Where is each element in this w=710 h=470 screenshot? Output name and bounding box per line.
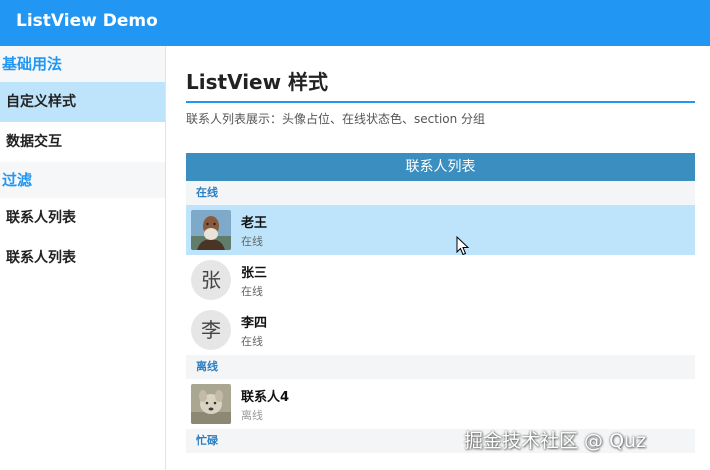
page-title: ListView 样式 bbox=[186, 70, 329, 94]
contact-status: 在线 bbox=[241, 335, 263, 348]
contact-name: 联系人4 bbox=[241, 390, 290, 405]
contact-name: 老王 bbox=[241, 216, 268, 231]
contact-status: 在线 bbox=[241, 235, 263, 248]
contact-row-laowang[interactable]: 老王 在线 bbox=[186, 205, 695, 255]
list-header: 联系人列表 bbox=[186, 153, 695, 181]
contact-status: 在线 bbox=[241, 285, 263, 298]
app-bar: ListView Demo bbox=[0, 0, 710, 46]
main-content: ListView 样式 联系人列表展示：头像占位、在线状态色、section 分… bbox=[186, 46, 696, 470]
page-description: 联系人列表展示：头像占位、在线状态色、section 分组 bbox=[186, 112, 486, 126]
contact-row-zhangsan[interactable]: 张 张三 在线 bbox=[186, 255, 695, 305]
contact-status: 离线 bbox=[241, 409, 263, 422]
contact-name: 张三 bbox=[241, 266, 268, 281]
watermark: 掘金技术社区 @ Quz bbox=[464, 430, 647, 452]
contact-row-contact4[interactable]: 联系人4 离线 bbox=[186, 379, 695, 429]
sidebar-item-contacts-2[interactable]: 联系人列表 bbox=[0, 238, 165, 278]
section-header-offline: 离线 bbox=[186, 355, 695, 379]
sidebar: 基础用法 自定义样式 数据交互 过滤 联系人列表 联系人列表 bbox=[0, 46, 166, 470]
contact-row-lisi[interactable]: 李 李四 在线 bbox=[186, 305, 695, 355]
sidebar-group-basic: 基础用法 bbox=[0, 46, 165, 82]
avatar-initial: 李 bbox=[191, 310, 231, 350]
title-underline bbox=[186, 101, 695, 103]
sidebar-group-filter: 过滤 bbox=[0, 162, 165, 198]
photo-icon bbox=[191, 210, 231, 250]
contact-list: 联系人列表 在线 老王 在线 张 张三 在线 李 李四 在线 离线 联系人4 离… bbox=[186, 153, 695, 453]
contact-name: 李四 bbox=[241, 316, 268, 331]
sidebar-item-data-interaction[interactable]: 数据交互 bbox=[0, 122, 165, 162]
sidebar-item-contacts-1[interactable]: 联系人列表 bbox=[0, 198, 165, 238]
photo-icon bbox=[191, 384, 231, 424]
sidebar-item-custom-style[interactable]: 自定义样式 bbox=[0, 82, 165, 122]
app-title: ListView Demo bbox=[16, 11, 158, 31]
section-header-online: 在线 bbox=[186, 181, 695, 205]
avatar-initial: 张 bbox=[191, 260, 231, 300]
mouse-pointer-icon bbox=[456, 236, 470, 256]
